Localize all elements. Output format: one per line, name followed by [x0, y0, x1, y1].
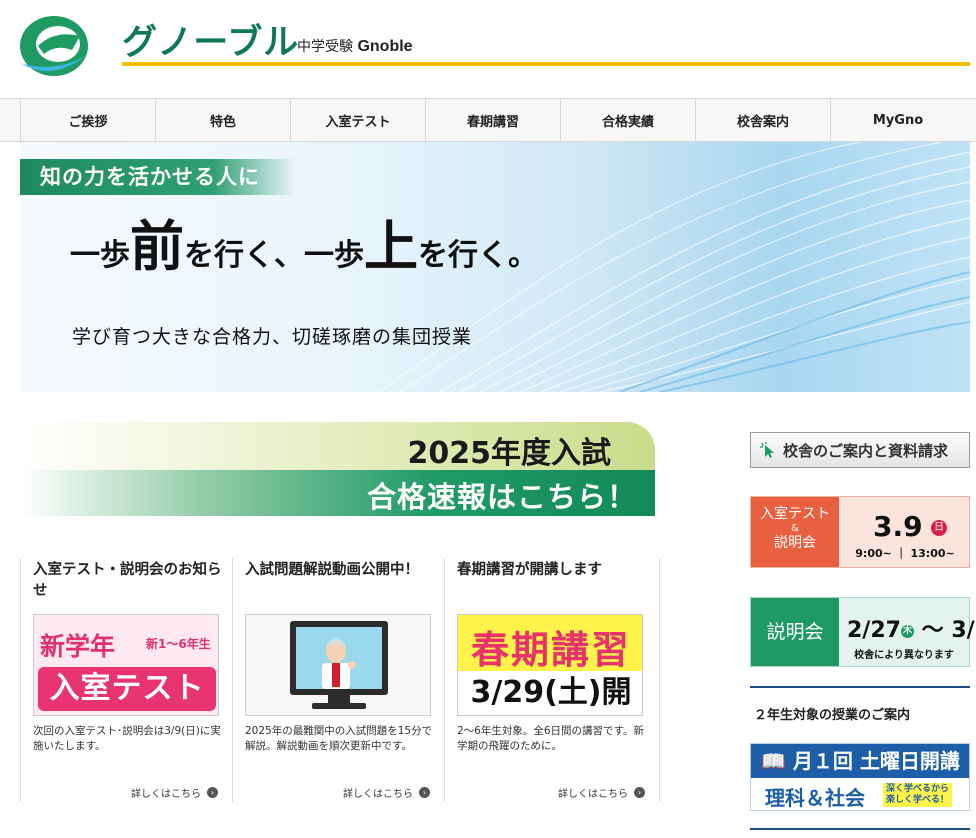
image-heading: 春期講習	[470, 628, 631, 672]
briefing-card-info: 2/27木 ～ 3/7金 校舎により異なります	[839, 598, 976, 666]
note-line: 楽しく学べる！	[886, 795, 950, 805]
news-text: 2～6年生対象。全6日間の講習です。新学期の飛躍のために。	[457, 725, 644, 752]
image-grade: 新1～6年生	[146, 637, 211, 651]
hero-subline: 学び育つ大きな合格力、切磋琢磨の集団授業	[72, 326, 473, 348]
entrance-test-card-info: 3.9 日 9:00~ ｜ 13:00~	[839, 497, 969, 567]
more-link-label: 詳しくはこちら	[343, 789, 413, 800]
headline-part: を行く、一歩	[184, 238, 364, 273]
brand-subtitle: 中学受験 Gnoble	[297, 36, 413, 56]
news-title[interactable]: 春期講習が開講します	[457, 560, 647, 581]
saturday-class-subjects: 理科＆社会	[765, 786, 865, 810]
nav-item-mygno[interactable]: MyGno	[830, 99, 965, 141]
results-banner[interactable]: 2025年度入試 合格速報はこちら！	[20, 422, 655, 516]
brand-subtitle-prefix: 中学受験	[297, 39, 353, 55]
news-item-video: 入試問題解説動画公開中！ 2025年の最難関中の入試問題を15分で解説。解説動画…	[232, 558, 444, 802]
gnoble-logo-icon[interactable]	[14, 6, 94, 82]
briefing-note: 校舎により異なります	[854, 650, 954, 661]
label-amp: &	[791, 523, 799, 534]
briefing-to: 3/7	[951, 618, 976, 643]
entrance-test-image[interactable]: 新学年 新1～6年生 入室テスト	[33, 614, 219, 716]
label-line: 入室テスト	[760, 506, 830, 522]
teacher-video-icon	[290, 621, 388, 709]
nav-item-results[interactable]: 合格実績	[560, 99, 695, 141]
saturday-class-note: 深く学べるから 楽しく学べる！	[883, 783, 953, 807]
more-link[interactable]: 詳しくはこちら ›	[343, 785, 430, 800]
more-link[interactable]: 詳しくはこちら ›	[558, 785, 645, 800]
header-accent-line	[122, 62, 970, 66]
news-title[interactable]: 入室テスト・説明会のお知らせ	[33, 560, 223, 602]
nav-item-spring-course[interactable]: 春期講習	[425, 99, 560, 141]
note-line: 深く学べるから	[886, 784, 950, 794]
briefing-from-day: 木	[900, 624, 914, 638]
nav-item-entrance-test[interactable]: 入室テスト	[290, 99, 425, 141]
briefing-from: 2/27	[847, 618, 901, 643]
brand-name[interactable]: グノーブル	[122, 14, 299, 65]
video-image[interactable]	[245, 614, 431, 716]
arrow-right-icon: ›	[634, 787, 645, 798]
news-text: 2025年の最難関中の入試問題を15分で解説。解説動画を順次更新中です。	[245, 725, 433, 752]
arrow-right-icon: ›	[419, 787, 430, 798]
test-times: 9:00~ ｜ 13:00~	[855, 547, 955, 560]
saturday-class-title-text: 月１回 土曜日開講	[792, 749, 960, 773]
request-materials-label: 校舎のご案内と資料請求	[783, 441, 949, 460]
headline-emphasis: 前	[130, 215, 184, 278]
headline-part: 一歩	[70, 238, 130, 273]
briefing-card-label: 説明会	[751, 598, 839, 666]
news-text: 次回の入室テスト･説明会は3/9(日)に実施いたします。	[33, 725, 221, 752]
grade2-heading: ２年生対象の授業のご案内	[750, 686, 970, 723]
image-date: 3/29(土)開講	[458, 671, 642, 715]
saturday-class-title: 📖 月１回 土曜日開講	[751, 744, 969, 778]
briefing-sep: ～	[921, 618, 944, 643]
test-day-badge: 日	[931, 520, 947, 536]
news-item-entrance-test: 入室テスト・説明会のお知らせ 新学年 新1～6年生 入室テスト 次回の入室テスト…	[20, 558, 232, 802]
request-materials-button[interactable]: 校舎のご案内と資料請求	[750, 432, 970, 468]
image-heading: 新学年	[40, 632, 116, 661]
results-banner-year: 2025年度入試	[407, 436, 612, 471]
site-header: グノーブル 中学受験 Gnoble	[0, 0, 976, 98]
hero-headline: 一歩 前 を行く、一歩 上 を行く。	[70, 220, 538, 274]
nav-item-schools[interactable]: 校舎案内	[695, 99, 830, 141]
news-section: 入室テスト・説明会のお知らせ 新学年 新1～6年生 入室テスト 次回の入室テスト…	[20, 558, 660, 802]
nav-item-features[interactable]: 特色	[155, 99, 290, 141]
saturday-class-banner[interactable]: 📖 月１回 土曜日開講 理科＆社会 深く学べるから 楽しく学べる！	[750, 743, 970, 811]
headline-emphasis: 上	[364, 215, 418, 278]
main-nav: ご挨拶 特色 入室テスト 春期講習 合格実績 校舎案内 MyGno	[0, 98, 976, 142]
book-icon: 📖	[761, 749, 786, 773]
news-title[interactable]: 入試問題解説動画公開中！	[245, 560, 435, 581]
hero-tagline: 知の力を活かせる人に	[20, 159, 296, 195]
more-link-label: 詳しくはこちら	[558, 789, 628, 800]
cursor-sparkle-icon	[760, 442, 774, 458]
saturday-class-subjects-row: 理科＆社会 深く学べるから 楽しく学べる！	[751, 778, 969, 810]
nav-item-greeting[interactable]: ご挨拶	[20, 99, 155, 141]
brand-subtitle-name: Gnoble	[357, 38, 413, 55]
headline-part: を行く。	[418, 238, 538, 273]
briefing-dates: 2/27木 ～ 3/7金	[847, 612, 976, 644]
entrance-test-card-label: 入室テスト & 説明会	[751, 497, 839, 567]
entrance-test-card[interactable]: 入室テスト & 説明会 3.9 日 9:00~ ｜ 13:00~	[750, 496, 970, 568]
sidebar-divider	[750, 828, 970, 830]
label-line: 説明会	[774, 535, 816, 551]
news-item-spring-course: 春期講習が開講します 春期講習 3/29(土)開講 2～6年生対象。全6日間の講…	[444, 558, 660, 802]
test-date: 3.9	[873, 510, 923, 543]
image-main: 入室テスト	[38, 667, 216, 711]
briefing-card[interactable]: 説明会 2/27木 ～ 3/7金 校舎により異なります	[750, 597, 976, 667]
arrow-right-icon: ›	[207, 787, 218, 798]
spring-course-image[interactable]: 春期講習 3/29(土)開講	[457, 614, 643, 716]
more-link-label: 詳しくはこちら	[131, 789, 201, 800]
more-link[interactable]: 詳しくはこちら ›	[131, 785, 218, 800]
results-banner-cta: 合格速報はこちら！	[366, 480, 637, 514]
hero-banner: 知の力を活かせる人に 一歩 前 を行く、一歩 上 を行く。 学び育つ大きな合格力…	[20, 142, 970, 392]
